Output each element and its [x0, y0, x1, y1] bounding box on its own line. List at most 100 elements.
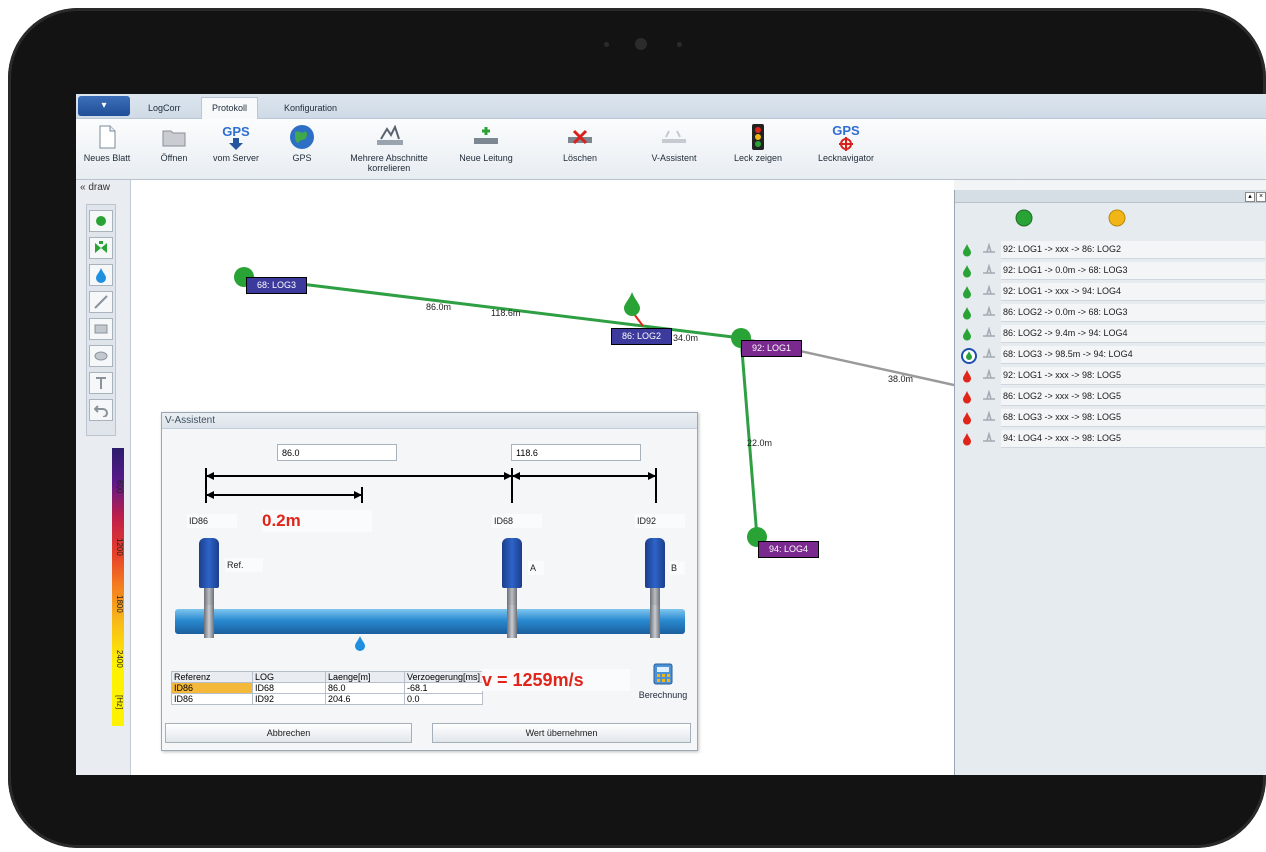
correlation-list-item[interactable]: 92: LOG1 -> 0.0m -> 68: LOG3	[955, 261, 1266, 280]
table-cell[interactable]: ID86	[171, 682, 253, 694]
distance-label-5: 22.0m	[747, 438, 773, 448]
table-cell[interactable]: 0.0	[403, 693, 484, 705]
correlation-list-item[interactable]: 68: LOG3 -> xxx -> 98: LOG5	[955, 408, 1266, 427]
correlation-text: 68: LOG3 -> xxx -> 98: LOG5	[1001, 409, 1265, 427]
panel-header: ▴ ×	[955, 190, 1266, 203]
gps-text: GPS	[222, 123, 250, 139]
correlation-list-item[interactable]: 94: LOG4 -> xxx -> 98: LOG5	[955, 429, 1266, 448]
leak-tool[interactable]	[89, 264, 113, 286]
green-status-icon[interactable]	[1015, 209, 1033, 227]
tab-protokoll[interactable]: Protokoll	[201, 97, 259, 119]
table-cell[interactable]: ID92	[252, 693, 326, 705]
correlation-list-item[interactable]: 92: LOG1 -> xxx -> 98: LOG5	[955, 366, 1266, 385]
calculate-button[interactable]: Berechnung	[632, 663, 694, 700]
scale-label-600: 600	[115, 480, 124, 494]
v-assistant-button[interactable]: V-Assistent	[646, 123, 702, 163]
from-server-button[interactable]: GPS vom Server	[210, 123, 262, 164]
node-label-log4[interactable]: 94: LOG4	[758, 541, 820, 558]
table-cell[interactable]: -68.1	[403, 682, 484, 694]
leak-drop-icon	[963, 307, 971, 320]
correlation-text: 92: LOG1 -> xxx -> 94: LOG4	[1001, 283, 1265, 301]
draw-header[interactable]: « draw	[76, 180, 130, 195]
water-drop-icon	[96, 268, 106, 283]
gps-text-2: GPS	[832, 122, 860, 138]
sensor-ref[interactable]	[199, 538, 219, 588]
panel-close-icon[interactable]: ×	[1256, 192, 1266, 202]
tab-logcorr[interactable]: LogCorr	[138, 98, 191, 118]
pipe-section-icon	[983, 306, 995, 316]
new-sheet-button[interactable]: Neues Blatt	[82, 123, 132, 163]
delete-button[interactable]: Löschen	[560, 123, 600, 163]
leak-drop-icon	[963, 412, 971, 425]
delete-label: Löschen	[562, 153, 598, 163]
pipe-section-icon	[983, 285, 995, 295]
correlation-list-item[interactable]: 68: LOG3 -> 98.5m -> 94: LOG4	[955, 345, 1266, 364]
undo-tool[interactable]	[89, 399, 113, 421]
leak-drop-icon	[963, 370, 971, 383]
cancel-button[interactable]: Abbrechen	[165, 723, 412, 743]
from-server-label: vom Server	[212, 153, 259, 163]
tool-column	[86, 204, 116, 436]
ellipse-icon	[94, 351, 108, 361]
table-row[interactable]: ID86 ID68 86.0 -68.1	[171, 682, 484, 694]
leak-drop-icon	[963, 265, 971, 278]
text-icon	[96, 377, 106, 389]
valve-tool[interactable]	[89, 237, 113, 259]
front-sensor-right	[677, 42, 682, 47]
status-legend	[1015, 209, 1126, 227]
leak-navigator-button[interactable]: GPS Lecknavigator	[814, 122, 878, 164]
accept-value-button[interactable]: Wert übernehmen	[432, 723, 691, 743]
sensor-id-ref: ID86	[187, 514, 237, 528]
table-cell[interactable]: 86.0	[325, 682, 405, 694]
table-row[interactable]: ID86 ID92 204.6 0.0	[171, 693, 484, 705]
correlation-list-item[interactable]: 92: LOG1 -> xxx -> 94: LOG4	[955, 282, 1266, 301]
valve-icon	[95, 241, 107, 253]
table-cell[interactable]: 204.6	[325, 693, 405, 705]
scale-label-1200: 1200	[115, 538, 124, 556]
leak-drop-icon	[963, 433, 971, 446]
line-tool[interactable]	[89, 291, 113, 313]
new-sheet-label: Neues Blatt	[83, 153, 131, 163]
yellow-status-icon[interactable]	[1108, 209, 1126, 227]
line-icon	[94, 295, 108, 309]
correlation-list-item[interactable]: 86: LOG2 -> 0.0m -> 68: LOG3	[955, 303, 1266, 322]
leak-drop-icon[interactable]	[624, 292, 640, 316]
table-cell[interactable]: ID68	[252, 682, 326, 694]
node-tool[interactable]	[89, 210, 113, 232]
sensor-b[interactable]	[645, 538, 665, 588]
new-pipe-button[interactable]: Neue Leitung	[458, 123, 514, 163]
v-assistant-label: V-Assistent	[651, 153, 697, 163]
text-tool[interactable]	[89, 372, 113, 394]
correlation-text: 86: LOG2 -> xxx -> 98: LOG5	[1001, 388, 1265, 406]
distance-dimension-lines	[205, 468, 657, 503]
gps-download-icon: GPS	[222, 123, 250, 151]
pipe-section-icon	[983, 432, 995, 442]
node-label-log3[interactable]: 68: LOG3	[246, 277, 308, 294]
correlation-list-item[interactable]: 86: LOG2 -> 9.4m -> 94: LOG4	[955, 324, 1266, 343]
table-header: Verzoegerung[ms]	[403, 671, 484, 683]
sensor-b-clamp	[650, 605, 660, 638]
rect-tool[interactable]	[89, 318, 113, 340]
correlation-table: Referenz LOG Laenge[m] Verzoegerung[ms] …	[171, 671, 484, 705]
node-label-log1[interactable]: 92: LOG1	[741, 340, 803, 357]
tab-konfiguration[interactable]: Konfiguration	[274, 98, 347, 118]
table-cell[interactable]: ID86	[171, 693, 253, 705]
globe-icon	[288, 123, 316, 151]
ellipse-tool[interactable]	[89, 345, 113, 367]
app-menu-button[interactable]: ▾	[78, 96, 130, 116]
correlation-text: 86: LOG2 -> 9.4m -> 94: LOG4	[1001, 325, 1265, 343]
open-button[interactable]: Öffnen	[154, 123, 194, 163]
leak-distance-value: 0.2m	[262, 510, 372, 532]
correlate-button[interactable]: Mehrere Abschnitte korrelieren	[344, 123, 434, 173]
correlation-list-item[interactable]: 92: LOG1 -> xxx -> 86: LOG2	[955, 240, 1266, 259]
pipe-section-icon	[983, 390, 995, 400]
node-label-log2[interactable]: 86: LOG2	[611, 328, 673, 345]
correlation-text: 86: LOG2 -> 0.0m -> 68: LOG3	[1001, 304, 1265, 322]
show-leak-button[interactable]: Leck zeigen	[728, 123, 788, 163]
undo-icon	[94, 405, 108, 417]
panel-pin-icon[interactable]: ▴	[1245, 192, 1255, 202]
sensor-a[interactable]	[502, 538, 522, 588]
correlation-list-item[interactable]: 86: LOG2 -> xxx -> 98: LOG5	[955, 387, 1266, 406]
new-pipe-label: Neue Leitung	[459, 153, 513, 163]
gps-button[interactable]: GPS	[284, 123, 320, 163]
